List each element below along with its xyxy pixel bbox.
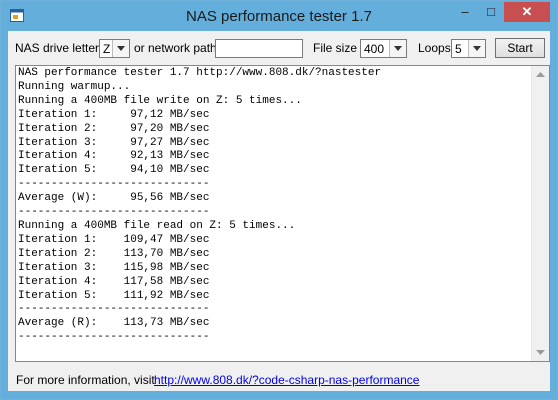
scroll-down-arrow-icon xyxy=(536,350,545,355)
output-line: Iteration 5: 111,92 MB/sec xyxy=(18,289,210,302)
minimize-button[interactable]: – xyxy=(452,2,478,22)
output-line: Iteration 1: 109,47 MB/sec xyxy=(18,233,210,246)
output-log[interactable]: NAS performance tester 1.7 http://www.80… xyxy=(15,65,550,362)
network-path-input[interactable] xyxy=(215,39,303,58)
info-link[interactable]: http://www.808.dk/?code-csharp-nas-perfo… xyxy=(154,373,419,387)
output-line: Running a 400MB file write on Z: 5 times… xyxy=(18,94,302,107)
output-line: ----------------------------- xyxy=(18,331,210,344)
chevron-down-icon xyxy=(112,40,129,57)
drive-letter-label: NAS drive letter xyxy=(15,41,100,55)
output-line: Iteration 4: 117,58 MB/sec xyxy=(18,275,210,288)
output-line: Iteration 4: 92,13 MB/sec xyxy=(18,150,210,163)
app-window: NAS performance tester 1.7 – □ ✕ NAS dri… xyxy=(0,0,558,400)
file-size-value: 400 xyxy=(364,42,385,56)
drive-letter-value: Z xyxy=(103,42,111,56)
scroll-up-arrow-icon xyxy=(536,72,545,77)
scroll-down-button[interactable] xyxy=(532,344,549,361)
loops-label: Loops xyxy=(418,41,451,55)
output-line: ----------------------------- xyxy=(18,303,210,316)
output-line: ----------------------------- xyxy=(18,178,210,191)
chevron-down-icon xyxy=(468,40,485,57)
close-button[interactable]: ✕ xyxy=(504,2,550,22)
file-size-select[interactable]: 400 xyxy=(360,39,407,58)
maximize-button[interactable]: □ xyxy=(478,2,504,22)
network-path-label: or network path xyxy=(134,41,217,55)
output-line: Running a 400MB file read on Z: 5 times.… xyxy=(18,219,296,232)
output-text: NAS performance tester 1.7 http://www.80… xyxy=(18,67,530,360)
vertical-scrollbar[interactable] xyxy=(531,66,549,361)
output-line: Iteration 3: 115,98 MB/sec xyxy=(18,261,210,274)
output-line: Iteration 1: 97,12 MB/sec xyxy=(18,108,210,121)
output-line: Iteration 5: 94,10 MB/sec xyxy=(18,164,210,177)
output-line: ----------------------------- xyxy=(18,206,210,219)
output-line: Iteration 2: 113,70 MB/sec xyxy=(18,247,210,260)
loops-select[interactable]: 5 xyxy=(451,39,486,58)
chevron-down-icon xyxy=(389,40,406,57)
output-line: Average (R): 113,73 MB/sec xyxy=(18,317,210,330)
info-label: For more information, visit xyxy=(16,373,155,387)
scroll-up-button[interactable] xyxy=(532,66,549,83)
start-button[interactable]: Start xyxy=(495,38,545,58)
drive-letter-select[interactable]: Z xyxy=(99,39,130,58)
output-line: Running warmup... xyxy=(18,80,131,93)
output-line: Iteration 2: 97,20 MB/sec xyxy=(18,122,210,135)
title-bar[interactable]: NAS performance tester 1.7 – □ ✕ xyxy=(1,1,557,31)
output-line: Average (W): 95,56 MB/sec xyxy=(18,192,210,205)
file-size-label: File size xyxy=(313,41,358,55)
loops-value: 5 xyxy=(455,42,462,56)
output-line: NAS performance tester 1.7 http://www.80… xyxy=(18,67,382,79)
output-line: Iteration 3: 97,27 MB/sec xyxy=(18,136,210,149)
client-area: NAS drive letter Z or network path File … xyxy=(8,31,550,391)
